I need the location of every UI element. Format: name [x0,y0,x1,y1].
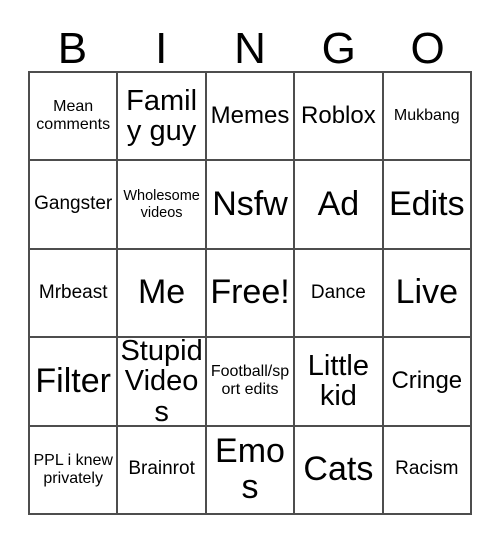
header-letter-text: O [410,24,445,73]
header-letter-text: B [57,24,88,73]
bingo-cell[interactable]: Filter [30,338,119,427]
bingo-cell[interactable]: Mukbang [383,73,472,162]
bingo-cell-label: Emos [215,432,285,506]
bingo-cell-label: Mukbang [393,107,460,125]
bingo-cell[interactable]: Emos [206,426,296,515]
bingo-cell[interactable]: Edits [383,161,472,250]
bingo-cell[interactable]: Mean comments [30,73,119,162]
bingo-cell-label: Brainrot [128,458,195,480]
bingo-cell-label: Edits [389,184,465,223]
header-letter-text: I [155,24,168,73]
bingo-cell[interactable]: Cringe [383,338,472,427]
bingo-cell-label: Dance [310,281,366,303]
bingo-cell-label: Wholesome videos [123,187,200,221]
bingo-header-letter-o: O [383,16,472,71]
bingo-cell[interactable]: Cats [295,426,384,515]
bingo-cell[interactable]: Football/sport edits [206,338,296,427]
bingo-cell-label: Racism [395,458,459,480]
bingo-card: B I N G O Mean comments Family guy Memes Ro… [0,0,500,544]
bingo-cell-label: Nsfw [212,184,288,223]
bingo-cell-label: Filter [35,361,111,400]
bingo-cell-label: Cringe [391,367,463,395]
bingo-cell[interactable]: Stupid Videos [118,338,207,427]
bingo-cell[interactable]: Little kid [295,338,384,427]
bingo-cell[interactable]: Ad [295,161,384,250]
bingo-header-row: B I N G O [28,16,472,71]
bingo-cell-label: Live [395,273,458,312]
bingo-cell[interactable]: Roblox [295,73,384,162]
bingo-cell[interactable]: Mrbeast [30,249,119,339]
bingo-cell[interactable]: Family guy [118,73,207,162]
bingo-cell[interactable]: Wholesome videos [118,161,207,250]
bingo-cell-label: Roblox [301,102,376,130]
bingo-cell-label: Mean comments [36,98,111,134]
bingo-cell-label: Family guy [126,84,198,148]
bingo-cell-label: Stupid Videos [120,338,203,427]
bingo-cell[interactable]: PPL i knew privately [30,426,119,515]
bingo-header-letter-n: N [206,16,295,71]
bingo-cell[interactable]: Live [383,249,472,339]
bingo-cell[interactable]: Me [118,249,207,339]
bingo-cell-label: Cats [303,450,374,489]
bingo-cell[interactable]: Brainrot [118,426,207,515]
bingo-header-letter-g: G [294,16,383,71]
bingo-cell-label: Gangster [34,193,113,215]
bingo-cell-label: Free! [210,273,290,312]
bingo-cell-label: Memes [210,102,290,130]
bingo-cell[interactable]: Memes [206,73,296,162]
bingo-cell-label: Ad [317,184,360,223]
bingo-cell-label: Football/sport edits [210,363,290,399]
bingo-header-letter-i: I [117,16,206,71]
bingo-cell[interactable]: Nsfw [206,161,296,250]
bingo-cell[interactable]: Gangster [30,161,119,250]
bingo-cell[interactable]: Racism [383,426,472,515]
bingo-header-letter-b: B [28,16,117,71]
header-letter-text: N [234,24,266,73]
bingo-cell[interactable]: Free! [206,249,296,339]
header-letter-text: G [321,24,356,73]
bingo-cell-label: Me [137,273,186,312]
bingo-grid: Mean comments Family guy Memes Roblox Mukban… [28,71,472,515]
bingo-cell[interactable]: Dance [295,249,384,339]
bingo-cell-label: PPL i knew privately [33,451,113,487]
bingo-cell-label: Little kid [307,349,370,413]
bingo-cell-label: Mrbeast [38,281,108,303]
